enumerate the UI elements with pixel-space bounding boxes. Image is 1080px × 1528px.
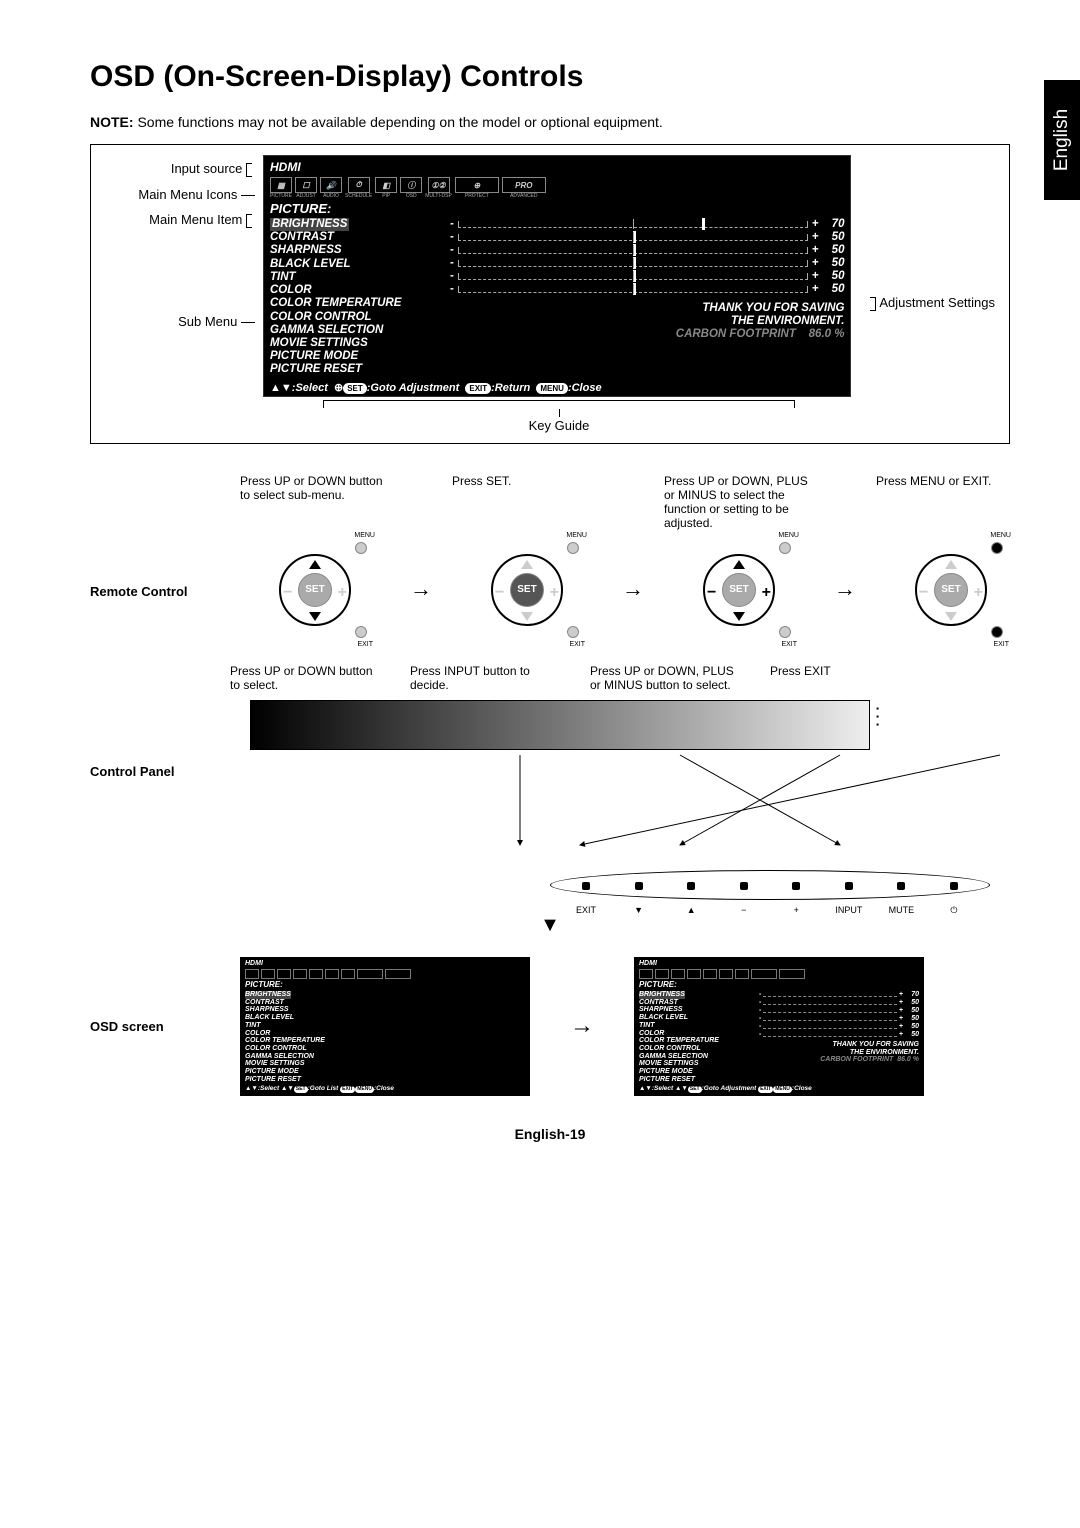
osd-menu-icons: ▦PICTURE☐ADJUST🔊AUDIO⏱SCHEDULE◧PIPⓘOSD①②… bbox=[270, 177, 844, 199]
label-main-menu-icons: Main Menu Icons bbox=[105, 185, 255, 205]
dpad-1: SET −+ MENU EXIT bbox=[255, 534, 375, 644]
osd-menu-title: PICTURE: bbox=[270, 201, 844, 216]
label-adjustment-settings: Adjustment Settings bbox=[859, 155, 995, 311]
arrow-icon: → bbox=[622, 516, 644, 602]
language-tab: English bbox=[1044, 80, 1080, 200]
osd-sliders: -+70-+50-+50-+50-+50-+50 THANK YOU FOR S… bbox=[450, 218, 844, 377]
osd-env-message: THANK YOU FOR SAVING THE ENVIRONMENT. CA… bbox=[450, 302, 844, 342]
control-panel-buttons: EXIT▼▲−+INPUTMUTE⏻ bbox=[460, 870, 1080, 900]
remote-step-2: Press SET. SET −+ MENU EXIT bbox=[452, 474, 602, 644]
osd-display: HDMI ▦PICTURE☐ADJUST🔊AUDIO⏱SCHEDULE◧PIPⓘ… bbox=[263, 155, 851, 397]
label-input-source: Input source bbox=[105, 159, 255, 179]
osd-keyguide: ▲▼:Select ⊕SET:Goto Adjustment EXIT:Retu… bbox=[270, 381, 844, 394]
note-text: NOTE: Some functions may not be availabl… bbox=[90, 114, 1010, 130]
label-control-panel: Control Panel bbox=[90, 664, 230, 910]
label-main-menu-item: Main Menu Item bbox=[105, 210, 255, 230]
arrow-icon: → bbox=[834, 516, 856, 602]
osd-source: HDMI bbox=[270, 160, 844, 174]
cp-step-1: Press UP or DOWN button to select. bbox=[230, 664, 380, 692]
osd-mini-left: HDMIPICTURE:BRIGHTNESSCONTRASTSHARPNESSB… bbox=[240, 957, 530, 1097]
monitor-graphic: ▪▪▪ bbox=[250, 700, 870, 750]
page-footer: English-19 bbox=[90, 1126, 1010, 1142]
osd-example-frame: Input source Main Menu Icons Main Menu I… bbox=[90, 144, 1010, 444]
dpad-2: SET −+ MENU EXIT bbox=[467, 534, 587, 644]
cp-step-4: Press EXIT bbox=[770, 664, 920, 692]
remote-step-4: Press MENU or EXIT. SET −+ MENU EXIT bbox=[876, 474, 1026, 644]
down-arrow-icon: ▼ bbox=[90, 914, 1010, 937]
label-osd-screen: OSD screen bbox=[90, 1019, 230, 1034]
cp-step-2: Press INPUT button to decide. bbox=[410, 664, 560, 692]
osd-item-list: BRIGHTNESSCONTRASTSHARPNESSBLACK LEVELTI… bbox=[270, 218, 450, 377]
remote-step-3: Press UP or DOWN, PLUS or MINUS to selec… bbox=[664, 474, 814, 644]
label-sub-menu: Sub Menu bbox=[105, 312, 255, 332]
page-title: OSD (On-Screen-Display) Controls bbox=[90, 60, 1010, 94]
osd-mini-right: HDMIPICTURE:BRIGHTNESSCONTRASTSHARPNESSB… bbox=[634, 957, 924, 1097]
dpad-4: SET −+ MENU EXIT bbox=[891, 534, 1011, 644]
label-remote-control: Remote Control bbox=[90, 474, 230, 599]
arrow-icon: → bbox=[410, 516, 432, 602]
control-panel-arrows bbox=[460, 750, 1080, 850]
label-key-guide: Key Guide bbox=[263, 418, 855, 433]
arrow-icon: → bbox=[570, 1012, 594, 1040]
dpad-3: SET −+ MENU EXIT bbox=[679, 534, 799, 644]
cp-step-3: Press UP or DOWN, PLUS or MINUS button t… bbox=[590, 664, 740, 692]
remote-step-1: Press UP or DOWN button to select sub-me… bbox=[240, 474, 390, 644]
